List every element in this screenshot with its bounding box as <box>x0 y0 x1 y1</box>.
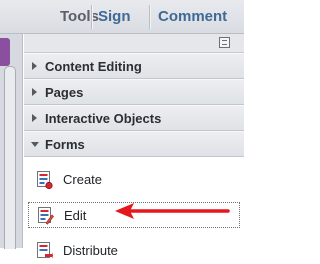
section-forms[interactable]: Forms <box>24 131 244 157</box>
section-label: Interactive Objects <box>45 111 162 126</box>
item-label: Distribute <box>63 243 118 258</box>
tab-comment[interactable]: Comment <box>158 8 227 26</box>
chevron-right-icon <box>32 114 37 122</box>
chevron-down-icon <box>31 142 39 147</box>
toolbar-separator <box>91 5 92 29</box>
form-create-icon <box>37 171 53 190</box>
section-interactive-objects[interactable]: Interactive Objects <box>24 105 244 131</box>
annotation-arrow <box>115 203 230 219</box>
top-toolbar: Tools Sign Comment <box>0 0 244 34</box>
section-label: Pages <box>45 85 84 100</box>
forms-item-distribute[interactable]: Distribute <box>24 238 244 264</box>
chevron-right-icon <box>32 62 37 70</box>
section-label: Content Editing <box>45 59 142 74</box>
tab-sign[interactable]: Sign <box>98 8 131 26</box>
form-distribute-icon <box>37 242 53 259</box>
form-edit-icon <box>38 207 54 225</box>
tab-tools[interactable]: Tools <box>60 8 99 26</box>
panel-options-icon[interactable] <box>219 37 230 48</box>
section-label: Forms <box>45 137 85 152</box>
section-content-editing[interactable]: Content Editing <box>24 53 244 79</box>
item-label: Create <box>63 172 103 187</box>
toolbar-separator <box>149 5 150 29</box>
section-pages[interactable]: Pages <box>24 79 244 105</box>
left-panel-accent[interactable] <box>0 38 10 66</box>
panel-header <box>24 34 244 53</box>
chevron-right-icon <box>32 88 37 96</box>
forms-item-create[interactable]: Create <box>24 167 244 193</box>
left-scrollbar[interactable] <box>4 66 16 249</box>
item-label: Edit <box>64 208 87 223</box>
